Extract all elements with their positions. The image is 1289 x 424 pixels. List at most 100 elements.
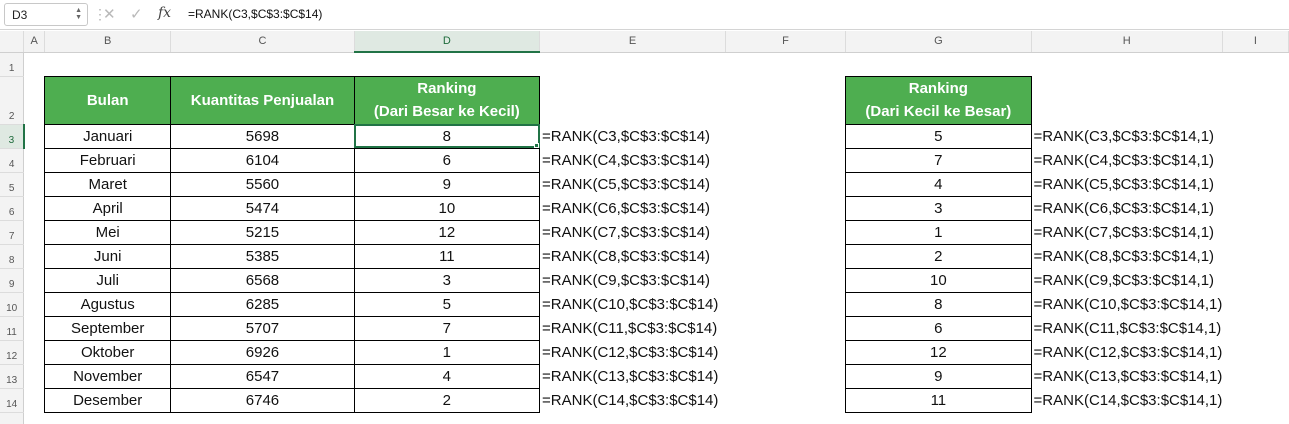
cell-b7[interactable]: Mei bbox=[44, 219, 172, 245]
cell-b15[interactable] bbox=[45, 412, 171, 424]
cell-d9[interactable]: 3 bbox=[353, 267, 541, 293]
formula-input[interactable]: =RANK(C3,$C$3:$C$14) bbox=[188, 7, 322, 21]
cell-e4[interactable]: =RANK(C4,$C$3:$C$14) bbox=[540, 148, 726, 172]
cell-a14[interactable] bbox=[24, 388, 45, 412]
cell-h4[interactable]: =RANK(C4,$C$3:$C$14,1) bbox=[1031, 148, 1222, 172]
column-header-h[interactable]: H bbox=[1031, 31, 1223, 53]
cell-b12[interactable]: Oktober bbox=[44, 339, 172, 365]
cell-h8[interactable]: =RANK(C8,$C$3:$C$14,1) bbox=[1031, 244, 1222, 268]
cell-i1[interactable] bbox=[1222, 52, 1288, 76]
cell-d11[interactable]: 7 bbox=[353, 315, 541, 341]
cell-c3[interactable]: 5698 bbox=[170, 123, 355, 149]
row-header[interactable]: 7 bbox=[0, 220, 25, 245]
cell-a4[interactable] bbox=[24, 148, 45, 172]
cell-f1[interactable] bbox=[725, 52, 845, 76]
name-box[interactable]: D3 ▲ ▼ bbox=[4, 3, 88, 26]
cell-i2[interactable] bbox=[1222, 76, 1288, 124]
column-header-f[interactable]: F bbox=[725, 31, 847, 53]
cell-h11[interactable]: =RANK(C11,$C$3:$C$14,1) bbox=[1031, 316, 1222, 340]
cell-f7[interactable] bbox=[725, 220, 845, 244]
cell-c15[interactable] bbox=[171, 412, 354, 424]
cell-h7[interactable]: =RANK(C7,$C$3:$C$14,1) bbox=[1031, 220, 1222, 244]
name-box-stepper-icon[interactable]: ▲ ▼ bbox=[75, 7, 82, 21]
cell-b9[interactable]: Juli bbox=[44, 267, 172, 293]
cell-i11[interactable] bbox=[1222, 316, 1288, 340]
cell-i8[interactable] bbox=[1222, 244, 1288, 268]
cell-i14[interactable] bbox=[1222, 388, 1288, 412]
cell-b8[interactable]: Juni bbox=[44, 243, 172, 269]
cell-d8[interactable]: 11 bbox=[353, 243, 541, 269]
cell-f10[interactable] bbox=[725, 292, 845, 316]
cell-e9[interactable]: =RANK(C9,$C$3:$C$14) bbox=[540, 268, 726, 292]
cell-c2[interactable]: Kuantitas Penjualan bbox=[170, 75, 355, 125]
cell-a7[interactable] bbox=[24, 220, 45, 244]
row-header[interactable]: 2 bbox=[0, 76, 25, 125]
cell-c5[interactable]: 5560 bbox=[170, 171, 355, 197]
cell-b10[interactable]: Agustus bbox=[44, 291, 172, 317]
cell-c12[interactable]: 6926 bbox=[170, 339, 355, 365]
cell-d14[interactable]: 2 bbox=[353, 387, 541, 413]
cell-i4[interactable] bbox=[1222, 148, 1288, 172]
cell-b1[interactable] bbox=[45, 52, 171, 76]
cell-c6[interactable]: 5474 bbox=[170, 195, 355, 221]
column-header-a[interactable]: A bbox=[23, 31, 46, 53]
cell-e1[interactable] bbox=[540, 52, 726, 76]
cell-a6[interactable] bbox=[24, 196, 45, 220]
cell-a3[interactable] bbox=[24, 124, 45, 148]
column-header-e[interactable]: E bbox=[539, 31, 726, 53]
fill-handle[interactable] bbox=[534, 142, 539, 147]
cell-a9[interactable] bbox=[24, 268, 45, 292]
cell-g3[interactable]: 5 bbox=[845, 123, 1032, 149]
cell-g9[interactable]: 10 bbox=[845, 267, 1032, 293]
cell-b4[interactable]: Februari bbox=[44, 147, 172, 173]
cell-d6[interactable]: 10 bbox=[353, 195, 541, 221]
cell-i6[interactable] bbox=[1222, 196, 1288, 220]
row-header[interactable]: 12 bbox=[0, 340, 25, 365]
cell-h15[interactable] bbox=[1031, 412, 1222, 424]
cell-g5[interactable]: 4 bbox=[845, 171, 1032, 197]
cell-f5[interactable] bbox=[725, 172, 845, 196]
cell-b5[interactable]: Maret bbox=[44, 171, 172, 197]
cell-f2[interactable] bbox=[725, 76, 845, 124]
cell-e10[interactable]: =RANK(C10,$C$3:$C$14) bbox=[540, 292, 726, 316]
cell-e12[interactable]: =RANK(C12,$C$3:$C$14) bbox=[540, 340, 726, 364]
cell-h6[interactable]: =RANK(C6,$C$3:$C$14,1) bbox=[1031, 196, 1222, 220]
cell-f8[interactable] bbox=[725, 244, 845, 268]
row-header[interactable]: 1 bbox=[0, 52, 25, 77]
cell-h2[interactable] bbox=[1031, 76, 1222, 124]
cell-d1[interactable] bbox=[354, 52, 539, 76]
cell-g14[interactable]: 11 bbox=[845, 387, 1032, 413]
cell-g8[interactable]: 2 bbox=[845, 243, 1032, 269]
cell-g12[interactable]: 12 bbox=[845, 339, 1032, 365]
cell-i12[interactable] bbox=[1222, 340, 1288, 364]
row-header[interactable]: 5 bbox=[0, 172, 25, 197]
cell-b11[interactable]: September bbox=[44, 315, 172, 341]
cell-d5[interactable]: 9 bbox=[353, 171, 541, 197]
cell-g2[interactable]: Ranking (Dari Kecil ke Besar) bbox=[845, 75, 1032, 125]
cell-h14[interactable]: =RANK(C14,$C$3:$C$14,1) bbox=[1031, 388, 1223, 412]
cell-e15[interactable] bbox=[540, 412, 726, 424]
cell-d12[interactable]: 1 bbox=[353, 339, 541, 365]
cell-a11[interactable] bbox=[24, 316, 45, 340]
column-header-i[interactable]: I bbox=[1222, 31, 1289, 53]
cell-b6[interactable]: April bbox=[44, 195, 172, 221]
cell-h1[interactable] bbox=[1031, 52, 1222, 76]
cell-g7[interactable]: 1 bbox=[845, 219, 1032, 245]
cell-b2[interactable]: Bulan bbox=[44, 75, 172, 125]
cell-h12[interactable]: =RANK(C12,$C$3:$C$14,1) bbox=[1031, 340, 1223, 364]
cell-h13[interactable]: =RANK(C13,$C$3:$C$14,1) bbox=[1031, 364, 1223, 388]
cell-a1[interactable] bbox=[24, 52, 45, 76]
cell-g6[interactable]: 3 bbox=[845, 195, 1032, 221]
cell-i7[interactable] bbox=[1222, 220, 1288, 244]
cell-d4[interactable]: 6 bbox=[353, 147, 541, 173]
cell-a5[interactable] bbox=[24, 172, 45, 196]
cell-e13[interactable]: =RANK(C13,$C$3:$C$14) bbox=[540, 364, 726, 388]
row-header[interactable]: 4 bbox=[0, 148, 25, 173]
cell-b14[interactable]: Desember bbox=[44, 387, 172, 413]
cell-g1[interactable] bbox=[846, 52, 1031, 76]
cell-i15[interactable] bbox=[1222, 412, 1288, 424]
cell-h5[interactable]: =RANK(C5,$C$3:$C$14,1) bbox=[1031, 172, 1222, 196]
column-header-d[interactable]: D bbox=[354, 31, 541, 53]
row-header[interactable]: 11 bbox=[0, 316, 25, 341]
cell-g11[interactable]: 6 bbox=[845, 315, 1032, 341]
